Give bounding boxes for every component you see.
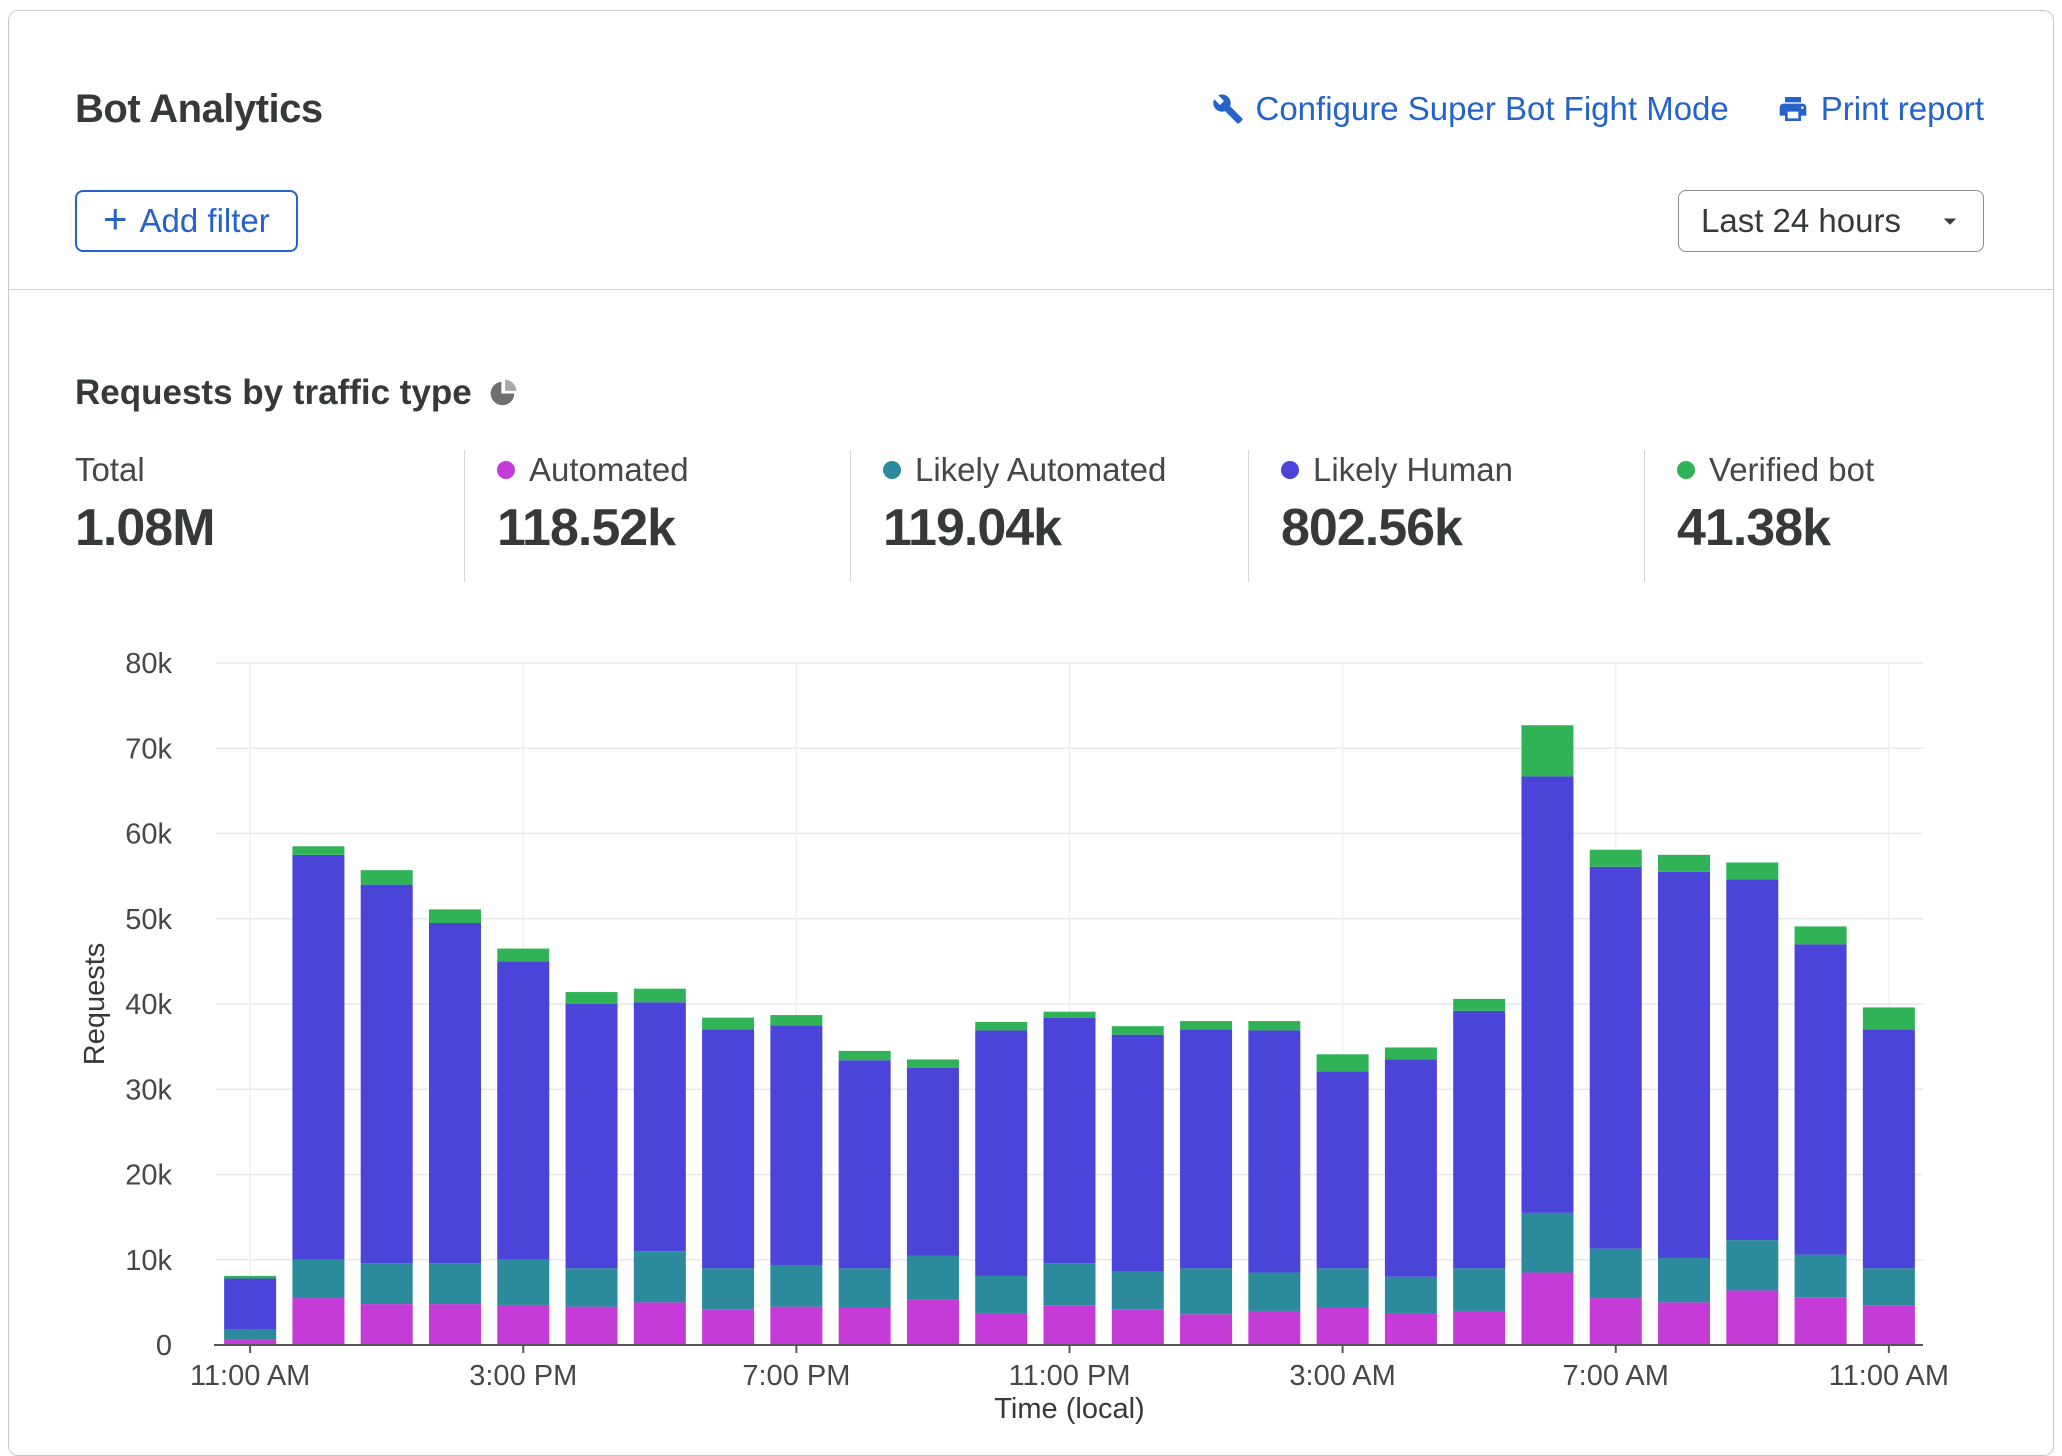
svg-text:11:00 PM: 11:00 PM bbox=[1009, 1360, 1131, 1392]
svg-text:30k: 30k bbox=[125, 1074, 172, 1106]
svg-text:3:00 PM: 3:00 PM bbox=[469, 1360, 577, 1392]
svg-text:7:00 AM: 7:00 AM bbox=[1563, 1360, 1669, 1392]
svg-text:70k: 70k bbox=[125, 733, 172, 765]
add-filter-label: Add filter bbox=[140, 202, 270, 240]
header-controls-row: + Add filter Last 24 hours bbox=[75, 190, 1984, 252]
card-body: Requests by traffic type Total 1.08M Aut… bbox=[9, 372, 2053, 1455]
page-title: Bot Analytics bbox=[75, 85, 323, 133]
stat-verified-bot-value: 41.38k bbox=[1677, 498, 1964, 558]
stat-likely-automated: Likely Automated 119.04k bbox=[850, 450, 1248, 582]
svg-text:40k: 40k bbox=[125, 989, 172, 1021]
print-link-label: Print report bbox=[1821, 90, 1984, 128]
likely-human-legend-dot bbox=[1281, 461, 1299, 479]
stat-likely-human: Likely Human 802.56k bbox=[1248, 450, 1644, 582]
stat-verified-bot-label: Verified bot bbox=[1709, 451, 1874, 489]
automated-legend-dot bbox=[497, 461, 515, 479]
stat-likely-human-value: 802.56k bbox=[1281, 498, 1624, 558]
time-range-value: Last 24 hours bbox=[1701, 202, 1901, 240]
header-title-row: Bot Analytics Configure Super Bot Fight … bbox=[75, 85, 1984, 133]
stat-verified-bot: Verified bot 41.38k bbox=[1644, 450, 1984, 582]
stat-total: Total 1.08M bbox=[75, 450, 464, 582]
svg-text:Time (local): Time (local) bbox=[994, 1393, 1144, 1425]
svg-text:80k: 80k bbox=[125, 648, 172, 680]
configure-link-label: Configure Super Bot Fight Mode bbox=[1256, 90, 1729, 128]
stat-likely-human-label: Likely Human bbox=[1313, 451, 1513, 489]
svg-text:7:00 PM: 7:00 PM bbox=[742, 1360, 850, 1392]
header-links: Configure Super Bot Fight Mode Print rep… bbox=[1212, 90, 1985, 128]
verified-bot-legend-dot bbox=[1677, 461, 1695, 479]
plus-icon: + bbox=[103, 198, 128, 240]
time-range-select[interactable]: Last 24 hours bbox=[1678, 190, 1984, 252]
svg-text:0: 0 bbox=[156, 1330, 172, 1362]
svg-text:Requests: Requests bbox=[79, 943, 111, 1066]
chevron-down-icon bbox=[1935, 206, 1965, 236]
stat-automated: Automated 118.52k bbox=[464, 450, 850, 582]
configure-super-bot-fight-mode-link[interactable]: Configure Super Bot Fight Mode bbox=[1212, 90, 1729, 128]
stat-automated-value: 118.52k bbox=[497, 498, 830, 558]
add-filter-button[interactable]: + Add filter bbox=[75, 190, 298, 252]
stat-likely-automated-label: Likely Automated bbox=[915, 451, 1166, 489]
requests-chart[interactable]: 0 10k 20k 30k 40k 50k 60k 70k 80k 11:00 AM 3:00 PM… bbox=[75, 623, 1984, 1433]
printer-icon bbox=[1777, 93, 1809, 125]
stat-total-label: Total bbox=[75, 451, 145, 489]
wrench-icon bbox=[1212, 93, 1244, 125]
svg-text:50k: 50k bbox=[125, 904, 172, 936]
stat-automated-label: Automated bbox=[529, 451, 689, 489]
card-header: Bot Analytics Configure Super Bot Fight … bbox=[9, 11, 2053, 290]
svg-text:10k: 10k bbox=[125, 1245, 172, 1277]
likely-automated-legend-dot bbox=[883, 461, 901, 479]
bot-analytics-card: Bot Analytics Configure Super Bot Fight … bbox=[8, 10, 2054, 1456]
svg-text:11:00 AM: 11:00 AM bbox=[1829, 1360, 1949, 1392]
print-report-link[interactable]: Print report bbox=[1777, 90, 1984, 128]
stats-row: Total 1.08M Automated 118.52k Likely Aut… bbox=[75, 450, 1984, 582]
stat-likely-automated-value: 119.04k bbox=[883, 498, 1228, 558]
stat-total-value: 1.08M bbox=[75, 498, 444, 558]
svg-text:20k: 20k bbox=[125, 1160, 172, 1192]
requests-chart-svg: 0 10k 20k 30k 40k 50k 60k 70k 80k 11:00 AM 3:00 PM… bbox=[75, 623, 1993, 1433]
svg-text:11:00 AM: 11:00 AM bbox=[190, 1360, 310, 1392]
section-title-row: Requests by traffic type bbox=[75, 372, 1984, 414]
svg-text:60k: 60k bbox=[125, 819, 172, 851]
svg-text:3:00 AM: 3:00 AM bbox=[1289, 1360, 1395, 1392]
pie-chart-icon bbox=[488, 378, 518, 408]
section-title: Requests by traffic type bbox=[75, 372, 472, 414]
